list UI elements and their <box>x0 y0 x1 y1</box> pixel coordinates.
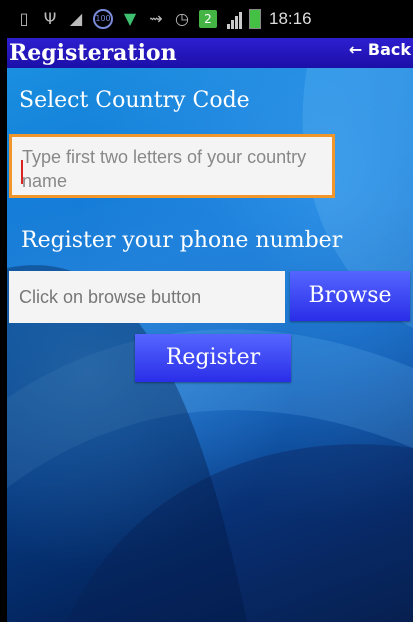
back-button[interactable]: ← Back <box>349 40 411 59</box>
data-100-icon: 100 <box>93 9 113 29</box>
message-icon: ▯ <box>19 9 29 28</box>
status-time: 18:16 <box>269 9 312 28</box>
app-screen: ▯ Ψ ◢ 100 ▼ ⇝ ◷ 2 18:16 Registeration ← … <box>7 0 413 622</box>
country-name-input[interactable]: Type first two letters of your country n… <box>9 134 335 198</box>
missed-call-icon: ⇝ <box>149 9 163 28</box>
sim-icon: 2 <box>199 10 217 28</box>
signal-icon <box>227 10 243 29</box>
title-bar: Registeration ← Back <box>7 38 413 68</box>
usb-icon: Ψ <box>43 9 57 28</box>
phone-number-label: Register your phone number <box>21 228 343 253</box>
status-bar: ▯ Ψ ◢ 100 ▼ ⇝ ◷ 2 18:16 <box>7 0 413 38</box>
country-code-label: Select Country Code <box>19 88 250 113</box>
register-button[interactable]: Register <box>135 334 291 382</box>
registration-form: Select Country Code Type first two lette… <box>7 68 413 622</box>
notification-icon: ◢ <box>69 9 83 28</box>
country-input-placeholder: Type first two letters of your country n… <box>22 147 307 191</box>
phone-number-field[interactable]: Click on browse button <box>9 271 285 323</box>
page-title: Registeration <box>9 40 177 66</box>
text-cursor <box>21 160 23 184</box>
shield-icon: ▼ <box>123 9 137 28</box>
browse-button[interactable]: Browse <box>290 271 410 321</box>
battery-charging-icon <box>249 9 261 29</box>
alarm-icon: ◷ <box>175 9 189 28</box>
